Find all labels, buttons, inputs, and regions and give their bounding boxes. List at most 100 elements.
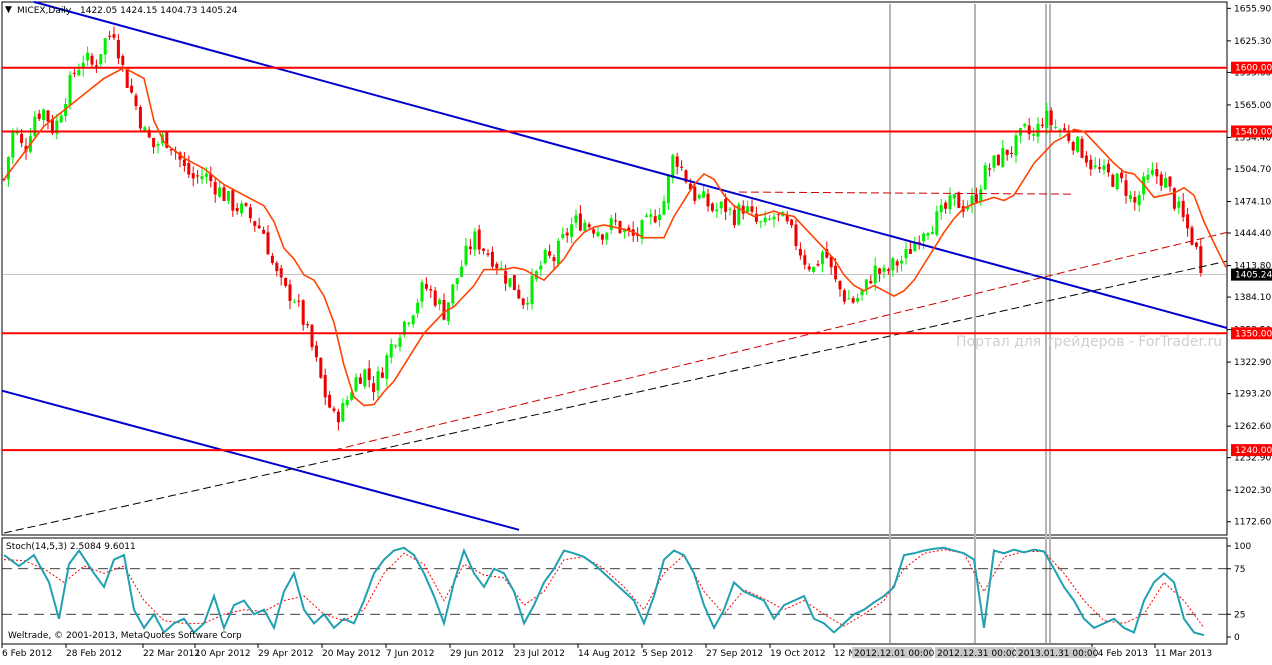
candle-body xyxy=(20,133,24,144)
candle-body xyxy=(182,159,186,166)
time-tick-label: 23 Jul 2012 xyxy=(514,649,565,659)
candle-body xyxy=(407,323,411,325)
date-marker-label: 2013.01.31 00:00 xyxy=(1018,649,1099,659)
candle-body xyxy=(983,165,987,190)
candle-body xyxy=(297,300,301,302)
candle-body xyxy=(1027,125,1031,134)
candle-body xyxy=(323,375,327,398)
candle-body xyxy=(77,69,81,76)
time-tick-label: 29 Apr 2012 xyxy=(258,649,314,659)
date-marker-label: 2012.12.01 00:00 xyxy=(854,649,935,659)
candle-body xyxy=(834,265,838,280)
price-tick-label: 1293.20 xyxy=(1234,390,1271,400)
candle-body xyxy=(930,231,934,235)
candle-body xyxy=(332,408,336,411)
candle-body xyxy=(504,270,508,284)
chart-window: 1655.901625.301595.601565.001534.401504.… xyxy=(0,0,1272,661)
stoch-tick-label: 25 xyxy=(1234,610,1245,620)
candle-body xyxy=(1036,123,1040,137)
time-tick-label: 5 Sep 2012 xyxy=(642,649,693,659)
candle-body xyxy=(1164,177,1168,188)
chart-title: MICEX,Daily xyxy=(17,6,72,16)
candle-body xyxy=(1062,128,1066,131)
candle-body xyxy=(552,257,556,262)
candle-body xyxy=(1150,169,1154,175)
date-marker-label: 2012.12.31 00:00 xyxy=(937,649,1018,659)
candle-body xyxy=(693,186,697,201)
candle-body xyxy=(1080,138,1084,158)
candle-body xyxy=(658,214,662,221)
price-tick-label: 1565.00 xyxy=(1234,101,1271,111)
candle-body xyxy=(574,215,578,223)
candle-body xyxy=(891,258,895,271)
candle-body xyxy=(244,203,248,206)
current-price-tag-label: 1405.24 xyxy=(1235,271,1272,281)
candle-body xyxy=(600,234,604,240)
candle-body xyxy=(904,249,908,259)
stoch-title: Stoch(14,5,3) 2.5084 9.6011 xyxy=(6,542,136,552)
price-chart[interactable]: 1655.901625.301595.601565.001534.401504.… xyxy=(0,0,1272,661)
candle-body xyxy=(138,107,142,129)
candle-body xyxy=(191,173,195,179)
stoch-tick-label: 100 xyxy=(1234,542,1251,552)
candle-body xyxy=(1194,242,1198,247)
candle-body xyxy=(790,219,794,226)
candle-body xyxy=(543,249,547,264)
candle-body xyxy=(468,246,472,250)
candle-body xyxy=(508,278,512,287)
candle-body xyxy=(992,155,996,168)
candle-body xyxy=(1106,163,1110,173)
candle-body xyxy=(1102,165,1106,170)
candle-body xyxy=(719,201,723,209)
candle-body xyxy=(345,399,349,406)
candle-body xyxy=(270,255,274,263)
candle-body xyxy=(1089,159,1093,170)
price-tick-label: 1202.30 xyxy=(1234,486,1271,496)
candle-body xyxy=(807,266,811,270)
candle-body xyxy=(1040,124,1044,126)
candle-body xyxy=(108,35,112,37)
candle-body xyxy=(11,130,15,158)
price-tick-label: 1444.40 xyxy=(1234,229,1271,239)
candle-body xyxy=(512,275,516,291)
candle-body xyxy=(539,265,543,270)
time-tick-label: 14 Feb 2013 xyxy=(1092,649,1148,659)
candle-body xyxy=(517,289,521,299)
candle-body xyxy=(231,190,235,211)
candle-body xyxy=(442,299,446,320)
candle-body xyxy=(908,248,912,254)
candle-body xyxy=(341,402,345,422)
candle-body xyxy=(398,337,402,347)
candle-body xyxy=(310,324,314,348)
candle-body xyxy=(314,345,318,358)
candle-body xyxy=(262,229,266,234)
candle-body xyxy=(451,284,455,304)
candle-body xyxy=(301,300,305,325)
time-tick-label: 12 N xyxy=(834,649,855,659)
candle-body xyxy=(759,221,763,223)
candle-body xyxy=(644,215,648,217)
chart-ohlc: 1422.05 1424.15 1404.73 1405.24 xyxy=(80,6,238,16)
candle-body xyxy=(130,85,134,93)
candle-body xyxy=(768,218,772,220)
candle-body xyxy=(235,207,239,212)
time-tick-label: 11 Mar 2013 xyxy=(1155,649,1212,659)
candle-body xyxy=(878,268,882,274)
candle-body xyxy=(715,209,719,212)
candle-body xyxy=(187,162,191,175)
candle-body xyxy=(275,262,279,272)
price-tick-label: 1384.10 xyxy=(1234,293,1271,303)
candle-body xyxy=(446,302,450,322)
candle-body xyxy=(380,372,384,378)
candle-body xyxy=(116,39,120,59)
candle-body xyxy=(662,201,666,215)
candle-body xyxy=(847,298,851,300)
candle-body xyxy=(429,289,433,291)
price-tick-label: 1172.60 xyxy=(1234,518,1271,528)
candle-body xyxy=(420,282,424,302)
candle-body xyxy=(33,116,37,136)
candle-body xyxy=(974,194,978,202)
candle-body xyxy=(1155,169,1159,177)
candle-body xyxy=(1128,195,1132,200)
candle-body xyxy=(257,225,261,229)
